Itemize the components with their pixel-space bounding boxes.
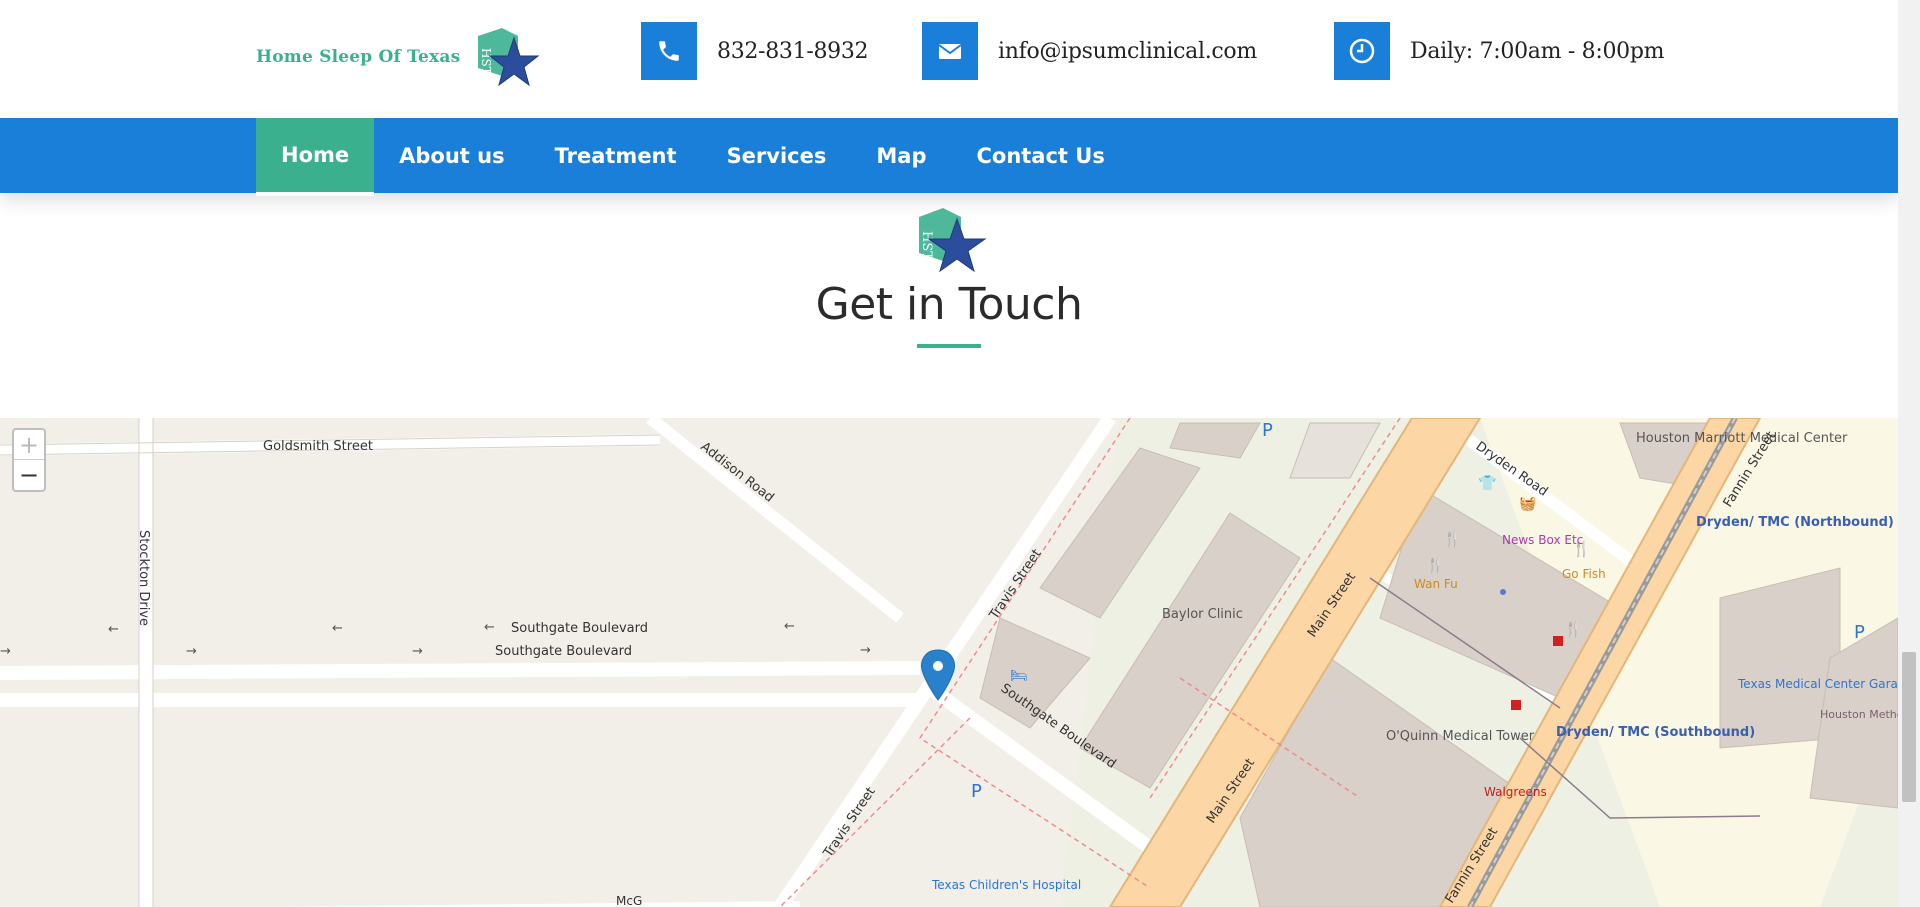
parking-icon: P — [971, 781, 982, 802]
hours-contact: Daily: 7:00am - 8:00pm — [1334, 22, 1665, 80]
opening-hours: Daily: 7:00am - 8:00pm — [1410, 38, 1665, 64]
svg-text:→: → — [0, 644, 11, 659]
main-navbar: Home About us Treatment Services Map Con… — [0, 118, 1898, 196]
map-label-mcg: McG — [616, 894, 642, 907]
poi-dot-icon — [1500, 589, 1506, 595]
page-scrollbar[interactable] — [1898, 0, 1920, 907]
section-logo-icon: HST — [919, 208, 987, 273]
logo-initials: HST — [479, 48, 493, 75]
location-map[interactable]: P 🛏 🍴 🍴 🍴 🍴 👕 🧺 P P ← ← ← ← → → → → Golds — [0, 418, 1898, 907]
map-label-texas-childrens: Texas Children's Hospital — [931, 878, 1081, 892]
pharmacy-icon — [1511, 700, 1521, 710]
nav-item-contact-us[interactable]: Contact Us — [951, 118, 1129, 193]
email-address: info@ipsumclinical.com — [998, 38, 1257, 64]
nav-item-services[interactable]: Services — [702, 118, 852, 193]
map-label-baylor: Baylor Clinic — [1162, 607, 1243, 622]
map-label-go-fish: Go Fish — [1562, 567, 1606, 581]
svg-text:→: → — [860, 643, 871, 658]
restaurant-icon: 🍴 — [1426, 556, 1445, 574]
nav-item-treatment[interactable]: Treatment — [530, 118, 702, 193]
clock-icon — [1334, 22, 1390, 80]
map-label-southgate-2: Southgate Boulevard — [495, 644, 632, 659]
map-label-stockton: Stockton Drive — [136, 530, 151, 626]
map-label-walgreens: Walgreens — [1484, 785, 1547, 799]
zoom-in-button[interactable]: + — [14, 430, 44, 460]
pharmacy-icon — [1553, 636, 1563, 646]
svg-text:←: ← — [332, 621, 343, 636]
nav-item-map[interactable]: Map — [851, 118, 951, 193]
map-label-southgate-1: Southgate Boulevard — [511, 621, 648, 636]
scrollbar-thumb[interactable] — [1902, 652, 1916, 802]
svg-text:←: ← — [484, 620, 495, 635]
map-label-oquinn: O'Quinn Medical Tower — [1386, 729, 1535, 744]
nav-item-about-us[interactable]: About us — [374, 118, 529, 193]
phone-number: 832-831-8932 — [717, 38, 869, 64]
zoom-out-button[interactable]: − — [14, 460, 44, 490]
map-label-news-box: News Box Etc — [1502, 533, 1583, 547]
email-contact[interactable]: info@ipsumclinical.com — [922, 22, 1257, 80]
svg-text:←: ← — [108, 622, 119, 637]
logo-text: Home Sleep Of Texas — [256, 47, 461, 67]
restaurant-icon: 🍴 — [1443, 530, 1462, 548]
page: Home Sleep Of Texas HST 832-831-8932 inf… — [0, 0, 1898, 907]
logo-star-icon: HST — [478, 28, 540, 87]
envelope-icon — [922, 22, 978, 80]
title-underline — [917, 344, 981, 348]
restaurant-icon: 🍴 — [1564, 620, 1583, 638]
nav-item-home[interactable]: Home — [256, 118, 375, 196]
map-label-dryden-north: Dryden/ TMC (Northbound) — [1696, 515, 1894, 530]
svg-text:→: → — [186, 644, 197, 659]
parking-icon: P — [1854, 622, 1865, 643]
map-label-goldsmith: Goldsmith Street — [263, 439, 373, 454]
svg-text:→: → — [412, 644, 423, 659]
section-title: Get in Touch — [815, 279, 1083, 330]
phone-contact[interactable]: 832-831-8932 — [641, 22, 869, 80]
site-logo[interactable]: Home Sleep Of Texas HST — [256, 26, 540, 88]
svg-text:←: ← — [784, 619, 795, 634]
parking-icon: P — [1262, 420, 1273, 441]
get-in-touch-section: HST Get in Touch — [0, 205, 1898, 348]
hotel-icon: 🛏 — [1010, 668, 1028, 684]
map-label-wan-fu: Wan Fu — [1414, 577, 1458, 591]
map-label-methodist: Houston Methodist Center Plan — [1820, 708, 1898, 721]
convenience-icon: 🧺 — [1519, 495, 1536, 512]
clothes-shop-icon: 👕 — [1478, 475, 1497, 492]
map-canvas[interactable]: P 🛏 🍴 🍴 🍴 🍴 👕 🧺 P P ← ← ← ← → → → → Golds — [0, 418, 1898, 907]
map-label-tmc-garage: Texas Medical Center Garage 1 — [1737, 677, 1898, 691]
map-label-marriott: Houston Marriott Medical Center — [1636, 431, 1848, 446]
section-logo-initials: HST — [919, 231, 934, 260]
map-zoom-control: + − — [12, 428, 46, 492]
phone-icon — [641, 22, 697, 80]
map-label-dryden-south: Dryden/ TMC (Southbound) — [1556, 725, 1755, 740]
nav-menu: Home About us Treatment Services Map Con… — [256, 118, 1130, 196]
top-header: Home Sleep Of Texas HST 832-831-8932 inf… — [0, 0, 1898, 118]
